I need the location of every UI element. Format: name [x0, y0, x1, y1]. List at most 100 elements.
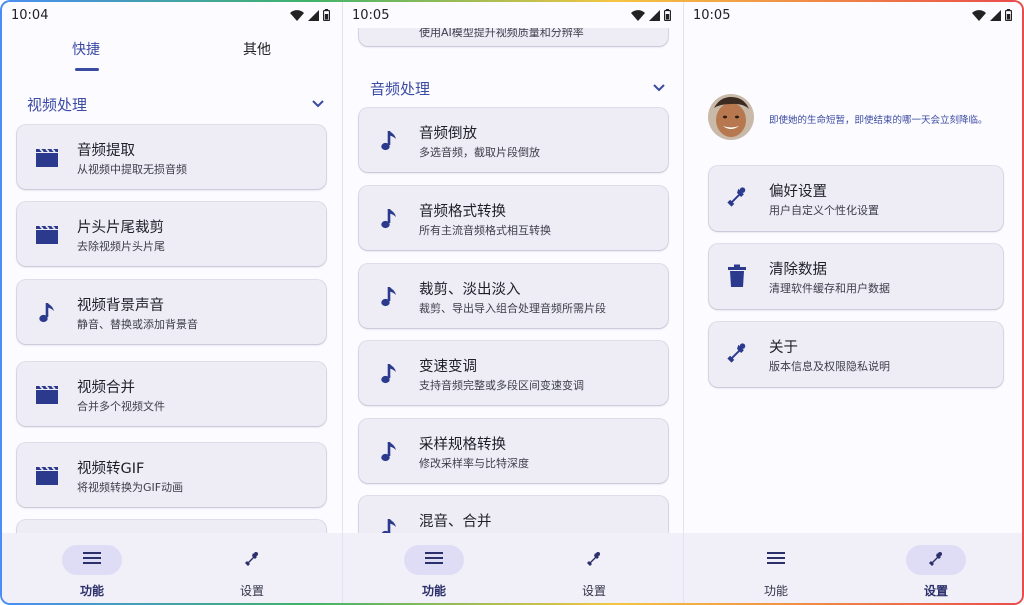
card-title: 裁剪、淡出淡入 — [419, 282, 521, 298]
card-title: 音频倒放 — [419, 126, 477, 142]
nav-functions[interactable]: 功能 — [52, 545, 132, 601]
section-title: 视频处理 — [27, 95, 88, 114]
card-video-bg-audio[interactable]: 视频背景声音 静音、替换或添加背景音 — [17, 280, 326, 344]
music-note-icon — [376, 439, 402, 465]
bottom-nav: 功能 设置 — [684, 533, 1022, 603]
card-subtitle: 修改采样率与比特深度 — [419, 457, 529, 470]
status-icons — [290, 9, 330, 21]
card-clear-data[interactable]: 清除数据 清理软件缓存和用户数据 — [709, 244, 1003, 309]
card-title: 混音、合并 — [419, 514, 492, 530]
screen-settings: 10:05 即使她的生命短暂，即使结束的哪一天会立刻降临。 偏好设置 用户自定义… — [684, 2, 1022, 603]
battery-icon — [1005, 9, 1012, 21]
tab-quick[interactable]: 快捷 — [72, 39, 100, 59]
card-subtitle: 静音、替换或添加背景音 — [77, 318, 198, 331]
nav-label: 功能 — [79, 584, 104, 598]
card-title: 音频提取 — [77, 143, 135, 159]
card-sample-format[interactable]: 采样规格转换 修改采样率与比特深度 — [359, 419, 668, 483]
card-about[interactable]: 关于 版本信息及权限隐私说明 — [709, 322, 1003, 387]
card-title: 视频背景声音 — [77, 298, 164, 314]
nav-label: 设置 — [239, 584, 264, 598]
card-subtitle: 所有主流音频格式相互转换 — [419, 224, 551, 237]
signal-icon — [990, 9, 1001, 21]
card-trim-fade[interactable]: 裁剪、淡出淡入 裁剪、导出导入组合处理音频所需片段 — [359, 264, 668, 328]
card-subtitle: 用户自定义个性化设置 — [769, 204, 879, 217]
status-time: 10:04 — [11, 7, 49, 23]
card-audio-reverse[interactable]: 音频倒放 多选音频，截取片段倒放 — [359, 108, 668, 172]
card-title: 音频格式转换 — [419, 204, 506, 220]
trash-icon — [726, 264, 752, 290]
card-title: 视频转GIF — [77, 461, 145, 477]
top-tabs: 快捷 其他 — [2, 32, 342, 72]
tab-other[interactable]: 其他 — [243, 39, 271, 59]
card-subtitle: 去除视频片头片尾 — [77, 240, 165, 253]
card-subtitle: 裁剪、导出导入组合处理音频所需片段 — [419, 302, 606, 315]
nav-settings[interactable]: 设置 — [896, 545, 976, 601]
battery-icon — [664, 9, 671, 21]
card-audio-format[interactable]: 音频格式转换 所有主流音频格式相互转换 — [359, 186, 668, 250]
nav-settings[interactable]: 设置 — [554, 545, 634, 601]
music-note-icon — [376, 284, 402, 310]
section-header-video[interactable]: 视频处理 — [2, 89, 342, 119]
card-preferences[interactable]: 偏好设置 用户自定义个性化设置 — [709, 166, 1003, 231]
card-title: 采样规格转换 — [419, 437, 506, 453]
card-title: 片头片尾裁剪 — [77, 220, 164, 236]
card-title: 变速变调 — [419, 359, 477, 375]
wifi-icon — [972, 9, 986, 21]
card-subtitle: 从视频中提取无损音频 — [77, 163, 187, 176]
chevron-down-icon — [312, 100, 324, 108]
nav-label: 功能 — [763, 584, 788, 598]
section-header-audio[interactable]: 音频处理 — [343, 73, 683, 103]
status-bar: 10:05 — [343, 2, 683, 28]
wrench-icon — [928, 551, 944, 567]
status-time: 10:05 — [693, 7, 731, 23]
card-subtitle: 多选音频，截取片段倒放 — [419, 146, 540, 159]
list-icon — [83, 551, 101, 565]
wifi-icon — [290, 9, 304, 21]
nav-functions[interactable]: 功能 — [736, 545, 816, 601]
clapperboard-icon — [34, 382, 60, 408]
avatar[interactable] — [708, 94, 754, 140]
card-audio-extract[interactable]: 音频提取 从视频中提取无损音频 — [17, 125, 326, 189]
section-title: 音频处理 — [370, 79, 431, 98]
status-bar: 10:04 — [2, 2, 342, 28]
screenshot-frame: 10:04 快捷 其他 视频处理 音频提取 从视频中提取无损音频 片头片尾裁剪 … — [0, 0, 1024, 605]
bottom-nav: 功能 设置 — [2, 533, 342, 603]
card-title: 清除数据 — [769, 262, 827, 278]
music-note-icon — [34, 300, 60, 326]
screen-quick-functions: 10:04 快捷 其他 视频处理 音频提取 从视频中提取无损音频 片头片尾裁剪 … — [2, 2, 342, 603]
clapperboard-icon — [34, 463, 60, 489]
nav-settings[interactable]: 设置 — [212, 545, 292, 601]
chevron-down-icon — [653, 84, 665, 92]
tab-active-indicator — [75, 68, 99, 71]
clapperboard-icon — [34, 222, 60, 248]
music-note-icon — [376, 206, 402, 232]
status-bar: 10:05 — [684, 2, 1022, 28]
card-video-to-gif[interactable]: 视频转GIF 将视频转换为GIF动画 — [17, 443, 326, 507]
card-trim-head-tail[interactable]: 片头片尾裁剪 去除视频片头片尾 — [17, 202, 326, 266]
card-subtitle: 版本信息及权限隐私说明 — [769, 360, 890, 373]
signal-icon — [308, 9, 319, 21]
card-title: 关于 — [769, 340, 798, 356]
card-title: 偏好设置 — [769, 184, 827, 200]
card-speed-pitch[interactable]: 变速变调 支持音频完整或多段区间变速变调 — [359, 341, 668, 405]
nav-label: 设置 — [581, 584, 606, 598]
music-note-icon — [376, 128, 402, 154]
list-icon — [425, 551, 443, 565]
status-icons — [631, 9, 671, 21]
wrench-icon — [244, 551, 260, 567]
profile-quote: 即使她的生命短暂，即使结束的哪一天会立刻降临。 — [769, 115, 988, 126]
nav-label: 功能 — [421, 584, 446, 598]
status-time: 10:05 — [352, 7, 390, 23]
card-subtitle: 将视频转换为GIF动画 — [77, 481, 184, 494]
music-note-icon — [376, 361, 402, 387]
wrench-icon — [726, 186, 752, 212]
bottom-nav: 功能 设置 — [343, 533, 683, 603]
card-video-merge[interactable]: 视频合并 合并多个视频文件 — [17, 362, 326, 426]
signal-icon — [649, 9, 660, 21]
nav-functions[interactable]: 功能 — [394, 545, 474, 601]
clapperboard-icon — [34, 145, 60, 171]
card-subtitle: 支持音频完整或多段区间变速变调 — [419, 379, 584, 392]
status-icons — [972, 9, 1012, 21]
card-subtitle: 清理软件缓存和用户数据 — [769, 282, 890, 295]
profile-header[interactable]: 即使她的生命短暂，即使结束的哪一天会立刻降临。 — [708, 94, 1014, 142]
